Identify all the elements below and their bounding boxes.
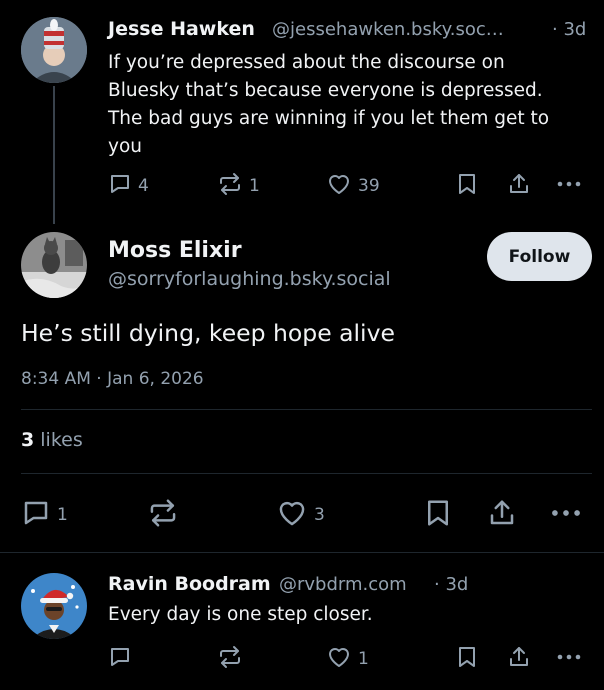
main-reply-count: 1: [57, 505, 68, 525]
main-post-author-name[interactable]: Moss Elixir: [108, 238, 242, 263]
share-icon: [507, 645, 531, 673]
repost-count: 1: [249, 176, 260, 196]
likes-summary[interactable]: 3 likes: [21, 429, 83, 451]
bookmark-icon: [424, 498, 452, 532]
reply-icon: [108, 172, 132, 200]
repost-icon: [147, 498, 179, 532]
post-time[interactable]: · 3d: [434, 574, 468, 595]
reply-count: 4: [138, 176, 149, 196]
main-like-count: 3: [314, 505, 325, 525]
bookmark-button[interactable]: [456, 172, 478, 200]
share-button[interactable]: [507, 645, 531, 673]
thread-line: [53, 86, 55, 224]
post-author-handle[interactable]: @jessehawken.bsky.soc…: [272, 19, 504, 40]
main-share-button[interactable]: [487, 498, 517, 532]
reply-icon: [21, 498, 51, 532]
post-text: Every day is one step closer.: [108, 604, 373, 625]
share-icon: [487, 498, 517, 532]
heart-icon: [326, 172, 352, 200]
bookmark-icon: [456, 172, 478, 200]
likes-summary-label: likes: [40, 429, 83, 451]
follow-button[interactable]: Follow: [487, 232, 592, 281]
more-button[interactable]: [556, 645, 582, 673]
like-count: 1: [358, 649, 369, 669]
main-post-text: He’s still dying, keep hope alive: [21, 319, 395, 347]
main-more-button[interactable]: [550, 498, 582, 532]
main-like-button[interactable]: 3: [276, 498, 325, 532]
repost-icon: [217, 172, 243, 200]
repost-button[interactable]: 1: [217, 172, 260, 200]
more-icon: [550, 498, 582, 532]
divider: [21, 409, 592, 410]
bookmark-icon: [456, 645, 478, 673]
share-icon: [507, 172, 531, 200]
repost-icon: [217, 645, 243, 673]
main-repost-button[interactable]: [147, 498, 179, 532]
post-author-name[interactable]: Jesse Hawken: [108, 18, 255, 40]
post-author-handle[interactable]: @rvbdrm.com: [279, 574, 407, 595]
post-time[interactable]: · 3d: [552, 19, 586, 40]
main-reply-button[interactable]: 1: [21, 498, 68, 532]
share-button[interactable]: [507, 172, 531, 200]
avatar-ravin-boodram[interactable]: [21, 573, 87, 639]
like-button[interactable]: 39: [326, 172, 380, 200]
main-post-timestamp: 8:34 AM · Jan 6, 2026: [21, 369, 204, 389]
divider: [0, 552, 604, 553]
reply-button[interactable]: [108, 645, 132, 673]
heart-icon: [326, 645, 352, 673]
divider: [21, 473, 592, 474]
main-post-author-handle[interactable]: @sorryforlaughing.bsky.social: [108, 268, 391, 290]
reply-button[interactable]: 4: [108, 172, 149, 200]
avatar-jesse-hawken[interactable]: [21, 17, 87, 83]
repost-button[interactable]: [217, 645, 243, 673]
post-text: If you’re depressed about the discourse …: [108, 52, 550, 157]
more-icon: [556, 645, 582, 673]
post-author-name[interactable]: Ravin Boodram: [108, 573, 271, 595]
heart-icon: [276, 498, 308, 532]
more-button[interactable]: [556, 172, 582, 200]
reply-icon: [108, 645, 132, 673]
main-bookmark-button[interactable]: [424, 498, 452, 532]
like-count: 39: [358, 176, 380, 196]
like-button[interactable]: 1: [326, 645, 369, 673]
likes-summary-count: 3: [21, 429, 35, 451]
avatar-moss-elixir[interactable]: [21, 232, 87, 298]
bookmark-button[interactable]: [456, 645, 478, 673]
more-icon: [556, 172, 582, 200]
